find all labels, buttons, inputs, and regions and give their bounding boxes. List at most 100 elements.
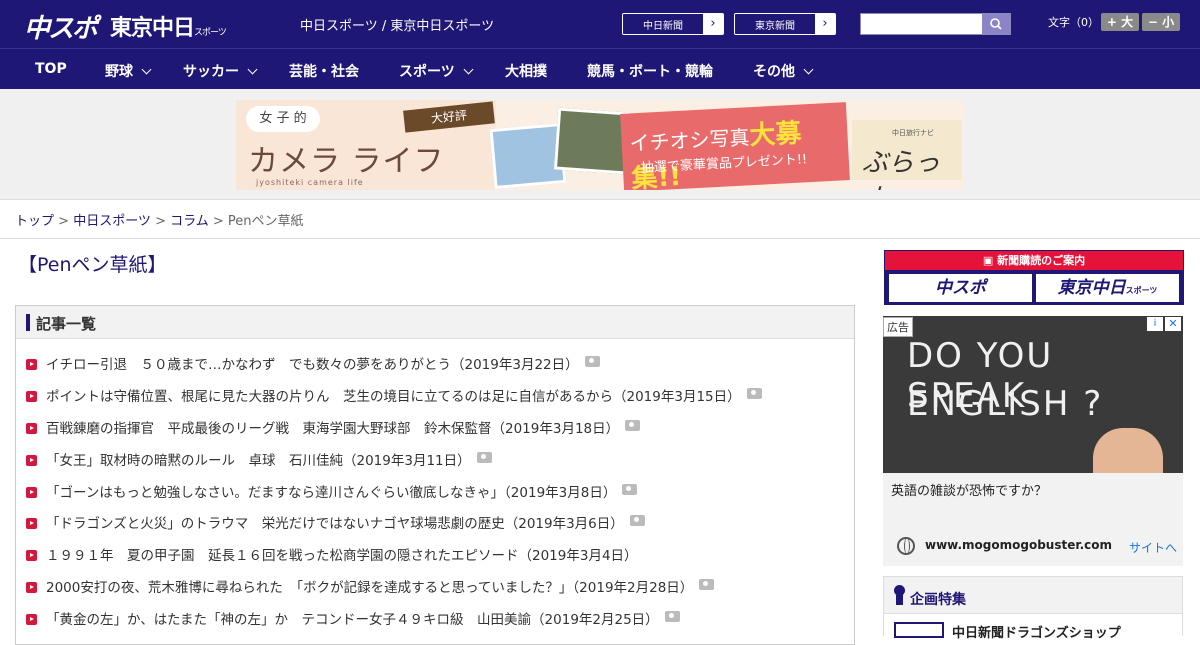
nav-label: TOP <box>35 61 67 77</box>
arrow-bullet-icon <box>26 550 37 561</box>
arrow-bullet-icon <box>26 582 37 593</box>
article-link-text[interactable]: 「黄金の左」か、はたまた「神の左」か テコンドー女子４９キロ級 山田美諭（201… <box>46 612 659 628</box>
article-list-item[interactable]: イチロー引退 ５０歳まで…かなわず でも数々の夢をありがとう（2019年3月22… <box>26 353 600 373</box>
banner-recruit-heading: イチオシ写真大募集!! <box>629 110 851 190</box>
font-smaller-button[interactable]: − 小 <box>1142 13 1180 31</box>
chunichi-shimbun-label: 中日新聞 <box>643 21 683 32</box>
breadcrumb-top[interactable]: トップ <box>15 214 54 229</box>
nav-item-top[interactable]: TOP <box>35 61 67 77</box>
feature-title: 中日新聞ドラゴンズショップ <box>952 626 1121 641</box>
nav-item-sumo[interactable]: 大相撲 <box>505 61 547 81</box>
article-list-item[interactable]: 「ゴーンはもっと勉強しなさい。だますなら逹川さんぐらい徹底しなきゃ」（2019年… <box>26 481 638 501</box>
tokyo-shimbun-label: 東京新聞 <box>755 21 795 32</box>
search-icon <box>990 18 1002 30</box>
ad-close-icon[interactable]: ✕ <box>1165 317 1181 331</box>
chevron-down-icon <box>247 64 258 75</box>
article-link-text[interactable]: 「ゴーンはもっと勉強しなさい。だますなら逹川さんぐらい徹底しなきゃ」（2019年… <box>46 485 616 501</box>
main-nav: TOP 野球 サッカー 芸能・社会 スポーツ 大相撲 競馬・ボート・競輪 その他 <box>0 48 1200 89</box>
banner-photos <box>489 104 632 190</box>
article-list-item[interactable]: １９９１年 夏の甲子園 延長１６回を戦った松商学園の隠されたエピソード（2019… <box>26 544 638 564</box>
breadcrumb-separator: > <box>58 214 74 229</box>
nav-item-soccer[interactable]: サッカー <box>183 61 258 81</box>
article-link-text[interactable]: 「ドラゴンズと火災」のトラウマ 栄光だけではないナゴヤ球場悲劇の歴史（2019年… <box>46 516 624 532</box>
breadcrumb-column[interactable]: コラム <box>170 214 209 229</box>
article-link-text[interactable]: １９９１年 夏の甲子園 延長１６回を戦った松商学園の隠されたエピソード（2019… <box>46 548 638 564</box>
ad-headline[interactable]: 英語の雑談が恐怖ですか？ <box>891 480 1047 499</box>
tokyo-chunichi-logo-text: 東京中日 <box>110 16 195 41</box>
camera-life-banner[interactable]: 女 子 的 カメラ ライフ jyoshiteki camera life 大好評… <box>236 100 964 190</box>
article-list-item[interactable]: ポイントは守備位置、根尾に見た大器の片りん 芝生の境目に立てるのは足に自信がある… <box>26 385 762 405</box>
camera-icon <box>664 611 680 622</box>
banner-photo-animals <box>553 107 631 175</box>
article-link-text[interactable]: 百戦錬磨の指揮官 平成最後のリーグ戦 東海学園大野球部 鈴木保監督（2019年3… <box>46 421 619 437</box>
camera-icon <box>746 388 762 399</box>
nav-item-entertainment[interactable]: 芸能・社会 <box>289 61 359 81</box>
site-subtitle: 中日スポーツ / 東京中日スポーツ <box>300 19 495 34</box>
nav-item-sports[interactable]: スポーツ <box>399 61 474 81</box>
chevron-down-icon <box>141 64 152 75</box>
search-button[interactable] <box>982 14 1010 34</box>
article-link-text[interactable]: 「女王」取材時の暗黙のルール 卓球 石川佳純（2019年3月11日） <box>46 453 471 469</box>
nav-label: スポーツ <box>399 64 455 80</box>
tokyo-chunichi-logo[interactable]: 東京中日スポーツ <box>110 10 227 42</box>
medal-icon <box>894 585 905 605</box>
banner-joshi-label: 女 子 的 <box>246 106 320 132</box>
article-list-item[interactable]: 「ドラゴンズと火災」のトラウマ 栄光だけではないナゴヤ球場悲劇の歴史（2019年… <box>26 512 645 532</box>
ad-image[interactable]: DO YOU SPEAK ENGLISH ? <box>883 316 1183 473</box>
chusupo-logo[interactable]: 中スポ <box>24 8 98 45</box>
camera-icon <box>629 515 645 526</box>
page-title: 【Penペン草紙】 <box>18 254 167 276</box>
subscribe-tokyo-chunichi-button[interactable]: 東京中日スポーツ <box>1036 274 1179 302</box>
globe-icon <box>897 537 915 555</box>
font-bigger-button[interactable]: + 大 <box>1101 13 1139 31</box>
subscribe-chusupo-button[interactable]: 中スポ <box>889 274 1032 302</box>
nav-item-baseball[interactable]: 野球 <box>105 61 152 81</box>
tokyo-chunichi-logo-suffix: スポーツ <box>194 28 227 38</box>
breadcrumb-separator: > <box>155 214 171 229</box>
font-size-label: 文字（0） <box>1048 16 1099 29</box>
advertisement[interactable]: DO YOU SPEAK ENGLISH ? 広告 i ✕ 英語の雑談が恐怖です… <box>883 316 1183 566</box>
ad-visit-link[interactable]: サイトへ <box>1129 539 1177 556</box>
search-box <box>860 13 1011 35</box>
nav-item-other[interactable]: その他 <box>753 61 814 81</box>
burattto-sub: 中日旅行ナビ <box>892 129 934 137</box>
newspaper-icon: ▣ <box>982 254 998 267</box>
divider <box>0 238 1200 239</box>
burattto-logo: 中日旅行ナビ ぶらっ人 <box>852 120 962 190</box>
arrow-bullet-icon <box>26 423 37 434</box>
burattto-title: ぶらっ人 <box>862 148 941 190</box>
ad-url[interactable]: www.mogomogobuster.com <box>925 538 1112 552</box>
chevron-down-icon <box>803 64 814 75</box>
article-list-item[interactable]: 2000安打の夜、荒木雅博に尋ねられた 「ボクが記録を達成すると思っていました？… <box>26 576 715 596</box>
camera-icon <box>625 420 641 431</box>
tokyo-shimbun-link[interactable]: 東京新聞 › <box>734 13 836 35</box>
breadcrumb-separator: > <box>212 214 228 229</box>
banner-recruit-panel: イチオシ写真大募集!! 抽選で豪華賞品プレゼント!! <box>620 102 850 190</box>
special-features-box: 企画特集 中日新聞ドラゴンズショップ <box>883 576 1183 641</box>
article-list-item[interactable]: 百戦錬磨の指揮官 平成最後のリーグ戦 東海学園大野球部 鈴木保監督（2019年3… <box>26 417 641 437</box>
camera-icon <box>476 452 492 463</box>
ad-label: 広告 <box>883 317 913 337</box>
article-link-text[interactable]: イチロー引退 ５０歳まで…かなわず でも数々の夢をありがとう（2019年3月22… <box>46 357 579 373</box>
subscribe-tokyo-chunichi-suffix: スポーツ <box>1125 286 1158 295</box>
article-list-heading: 記事一覧 <box>36 315 97 333</box>
article-list-item[interactable]: 「女王」取材時の暗黙のルール 卓球 石川佳純（2019年3月11日） <box>26 449 492 469</box>
chevron-right-icon: › <box>703 14 723 34</box>
camera-icon <box>699 579 715 590</box>
special-feature-item[interactable]: 中日新聞ドラゴンズショップ <box>884 613 1182 641</box>
special-features-heading: 企画特集 <box>910 592 966 608</box>
nav-item-racing[interactable]: 競馬・ボート・競輪 <box>587 61 713 81</box>
breadcrumb-current: Penペン草紙 <box>227 214 304 229</box>
chunichi-shimbun-link[interactable]: 中日新聞 › <box>622 13 724 35</box>
arrow-bullet-icon <box>26 359 37 370</box>
nav-label: 大相撲 <box>505 64 547 80</box>
search-input[interactable] <box>861 14 983 34</box>
article-link-text[interactable]: 2000安打の夜、荒木雅博に尋ねられた 「ボクが記録を達成すると思っていました？… <box>46 580 693 596</box>
article-list-box: 記事一覧 イチロー引退 ５０歳まで…かなわず でも数々の夢をありがとう（2019… <box>15 305 855 645</box>
article-list-item[interactable]: 「黄金の左」か、はたまた「神の左」か テコンドー女子４９キロ級 山田美諭（201… <box>26 608 680 628</box>
nav-label: 芸能・社会 <box>289 64 359 80</box>
chevron-down-icon <box>463 64 474 75</box>
ad-info-icon[interactable]: i <box>1147 317 1163 331</box>
article-link-text[interactable]: ポイントは守備位置、根尾に見た大器の片りん 芝生の境目に立てるのは足に自信がある… <box>46 389 741 405</box>
breadcrumb-chunichi-sports[interactable]: 中日スポーツ <box>73 214 151 229</box>
